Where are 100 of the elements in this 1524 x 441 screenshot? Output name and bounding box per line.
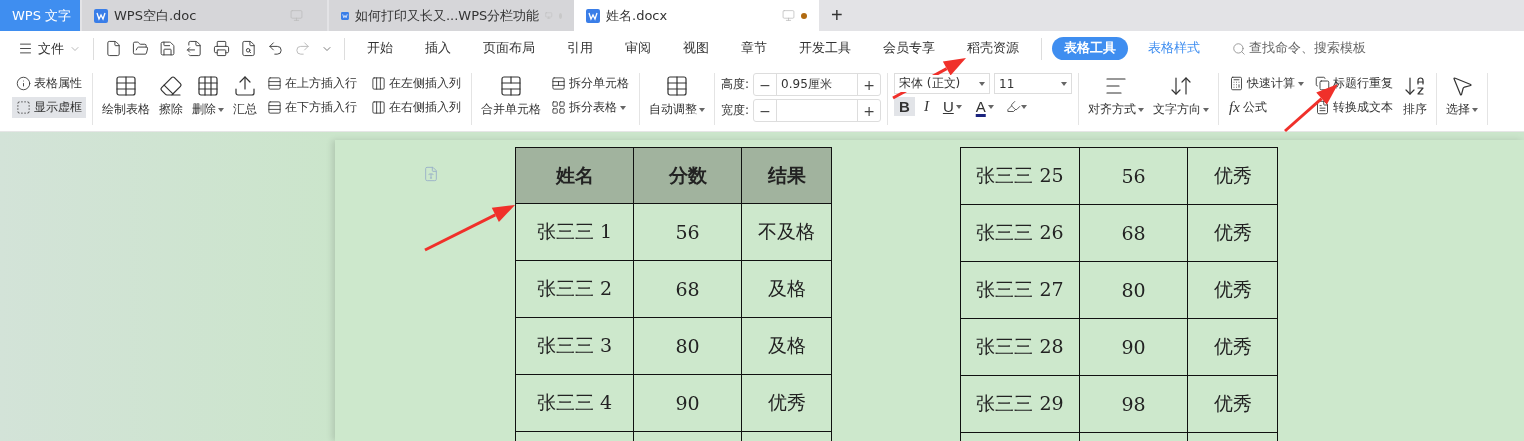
table-cell: 优秀 xyxy=(1187,375,1278,433)
ribbon-tab[interactable]: 开发工具 xyxy=(787,37,863,60)
eraser-icon xyxy=(159,74,183,98)
table-cell: 及格 xyxy=(741,317,832,375)
table-cell: 90 xyxy=(633,374,742,432)
table-cell: 68 xyxy=(1079,204,1188,262)
ribbon-tab[interactable]: 页面布局 xyxy=(471,37,547,60)
merge-cells-button[interactable]: 合并单元格 xyxy=(478,73,544,119)
ribbon-button[interactable]: 擦除 xyxy=(156,73,186,119)
table-cell: 张三三 4 xyxy=(515,374,634,432)
convert-to-text-button[interactable]: 转换成文本 xyxy=(1311,97,1398,118)
table-cell: 优秀 xyxy=(1187,318,1278,376)
ribbon-tab[interactable]: 章节 xyxy=(729,37,779,60)
caret-icon xyxy=(1061,81,1068,86)
split-cells-button[interactable]: 拆分单元格 xyxy=(547,73,633,94)
show-gridlines-button[interactable]: 显示虚框 xyxy=(12,97,86,118)
insert-button[interactable]: 在左侧插入列 xyxy=(367,73,465,94)
caret-icon xyxy=(620,105,626,110)
height-field[interactable]: − 0.95厘米 + xyxy=(753,73,882,96)
ribbon-tab[interactable]: 引用 xyxy=(555,37,605,60)
table-cell: 56 xyxy=(633,203,742,261)
table-cell: 80 xyxy=(633,317,742,375)
insert-button[interactable]: 在下方插入行 xyxy=(263,97,361,118)
insert-button[interactable]: 在上方插入行 xyxy=(263,73,361,94)
height-label: 高度: xyxy=(721,76,750,93)
table-cell: 张三三 3 xyxy=(515,317,634,375)
table-cell: 优秀 xyxy=(1187,261,1278,319)
document-icon xyxy=(586,8,600,23)
status-dot xyxy=(801,12,807,19)
ribbon-button[interactable]: 绘制表格 xyxy=(99,73,153,119)
sort-button[interactable]: 排序 xyxy=(1400,73,1431,119)
ribbon-button[interactable]: 删除 xyxy=(189,73,227,119)
document-tab[interactable]: 姓名.docx xyxy=(574,0,819,31)
table-cell: 张三三 28 xyxy=(960,318,1080,376)
caret-icon xyxy=(1472,107,1479,112)
document-tab[interactable]: WPS空白.doc xyxy=(82,0,327,31)
insert-button[interactable]: 在右侧插入列 xyxy=(367,97,465,118)
auto-fit-button[interactable]: 自动调整 xyxy=(646,73,708,119)
font-size-dropdown[interactable]: 11 xyxy=(994,73,1073,94)
table-cell: 及格 xyxy=(741,260,832,318)
rows-icon xyxy=(267,76,282,91)
table-cell: 80 xyxy=(1079,261,1188,319)
ribbon-tab[interactable]: 开始 xyxy=(355,37,405,60)
upload-icon xyxy=(233,74,257,98)
format-button[interactable]: I xyxy=(918,97,934,116)
search-field[interactable]: 查找命令、搜索模板 xyxy=(1232,40,1366,57)
format-button[interactable]: B xyxy=(894,97,915,116)
formula-button[interactable]: fx 公式 xyxy=(1225,97,1309,118)
table-cell: 不及格 xyxy=(741,203,832,261)
alignment-button[interactable]: 对齐方式 xyxy=(1085,73,1148,119)
menu-icon xyxy=(18,41,33,56)
ribbon-tab[interactable]: 稻壳资源 xyxy=(955,37,1031,60)
table-header-cell: 分数 xyxy=(633,147,742,204)
ribbon-tab[interactable]: 审阅 xyxy=(613,37,663,60)
document-tab[interactable]: 如何打印又长又...WPS分栏功能 xyxy=(329,0,574,31)
folder-icon xyxy=(132,40,149,57)
copy-icon xyxy=(1315,76,1331,91)
text-direction-button[interactable]: 文字方向 xyxy=(1150,73,1213,119)
ribbon-tab[interactable]: 插入 xyxy=(413,37,463,60)
table-cell: 90 xyxy=(1079,318,1188,376)
ribbon-button[interactable]: 汇总 xyxy=(230,73,260,119)
width-label: 宽度: xyxy=(721,102,750,119)
table-properties-button[interactable]: 表格属性 xyxy=(12,73,86,94)
ribbon-tab[interactable]: 会员专享 xyxy=(871,37,947,60)
table-cell: 张三三 27 xyxy=(960,261,1080,319)
table-cell: 张三三 2 xyxy=(515,260,634,318)
split-table-button[interactable]: 拆分表格 xyxy=(547,97,633,118)
table-cell: 98 xyxy=(1079,375,1188,433)
rows-icon xyxy=(267,100,282,115)
format-button[interactable]: U xyxy=(937,97,967,116)
quick-calc-button[interactable]: 快速计算 xyxy=(1225,73,1309,94)
grid-icon xyxy=(551,100,566,115)
repeat-header-button[interactable]: 标题行重复 xyxy=(1311,73,1398,94)
table-header-cell: 姓名 xyxy=(515,147,634,204)
table-cell: 张三三 29 xyxy=(960,375,1080,433)
new-file-icon xyxy=(105,40,122,57)
table-cell: 优秀 xyxy=(741,374,832,432)
caret-icon xyxy=(987,104,994,109)
undo-icon xyxy=(267,40,284,57)
redo-icon xyxy=(294,40,311,57)
search-icon xyxy=(1232,41,1246,56)
document-icon xyxy=(94,8,108,23)
width-field[interactable]: − + xyxy=(753,99,882,122)
caret-icon xyxy=(699,107,705,112)
ribbon-tab[interactable]: 视图 xyxy=(671,37,721,60)
table-cell: 优秀 xyxy=(1187,204,1278,262)
file-menu-button[interactable]: 文件 xyxy=(14,39,85,58)
select-button[interactable]: 选择 xyxy=(1443,73,1482,119)
merge-cells-icon xyxy=(499,74,523,98)
format-button[interactable]: A xyxy=(970,97,999,116)
font-name-dropdown[interactable]: 宋体 (正文) xyxy=(894,73,991,94)
new-tab-button[interactable]: + xyxy=(819,0,855,31)
table-cell: 56 xyxy=(1079,147,1188,205)
caret-icon xyxy=(1020,104,1027,109)
table-cell: 68 xyxy=(633,260,742,318)
pointer-icon xyxy=(1450,74,1475,98)
ribbon-tab[interactable]: 表格样式 xyxy=(1136,37,1212,60)
caret-icon xyxy=(955,104,962,109)
table-icon xyxy=(665,74,689,98)
highlighter-icon xyxy=(1005,99,1021,114)
